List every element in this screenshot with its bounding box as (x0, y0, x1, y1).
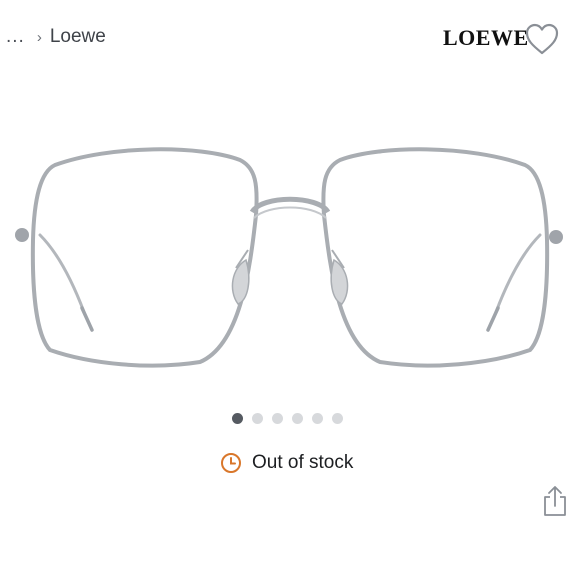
gallery-dot-5[interactable] (312, 413, 323, 424)
top-bar: ... › Loewe LOEWE (0, 0, 580, 78)
breadcrumb: ... › Loewe (6, 26, 106, 48)
gallery-dot-6[interactable] (332, 413, 343, 424)
chevron-right-icon: › (36, 28, 42, 46)
heart-icon[interactable] (524, 22, 560, 56)
gallery-dot-2[interactable] (252, 413, 263, 424)
gallery-pagination (232, 413, 343, 424)
breadcrumb-brand-link[interactable]: Loewe (50, 26, 106, 48)
brand-logo: LOEWE (443, 25, 529, 50)
clock-icon (221, 453, 241, 473)
share-icon[interactable] (541, 485, 569, 517)
stock-status: Out of stock (220, 452, 353, 474)
stock-status-label: Out of stock (252, 452, 354, 473)
breadcrumb-ellipsis[interactable]: ... (6, 26, 25, 48)
gallery-dot-4[interactable] (292, 413, 303, 424)
gallery-dot-3[interactable] (272, 413, 283, 424)
product-image[interactable] (0, 100, 580, 390)
gallery-dot-1[interactable] (232, 413, 243, 424)
